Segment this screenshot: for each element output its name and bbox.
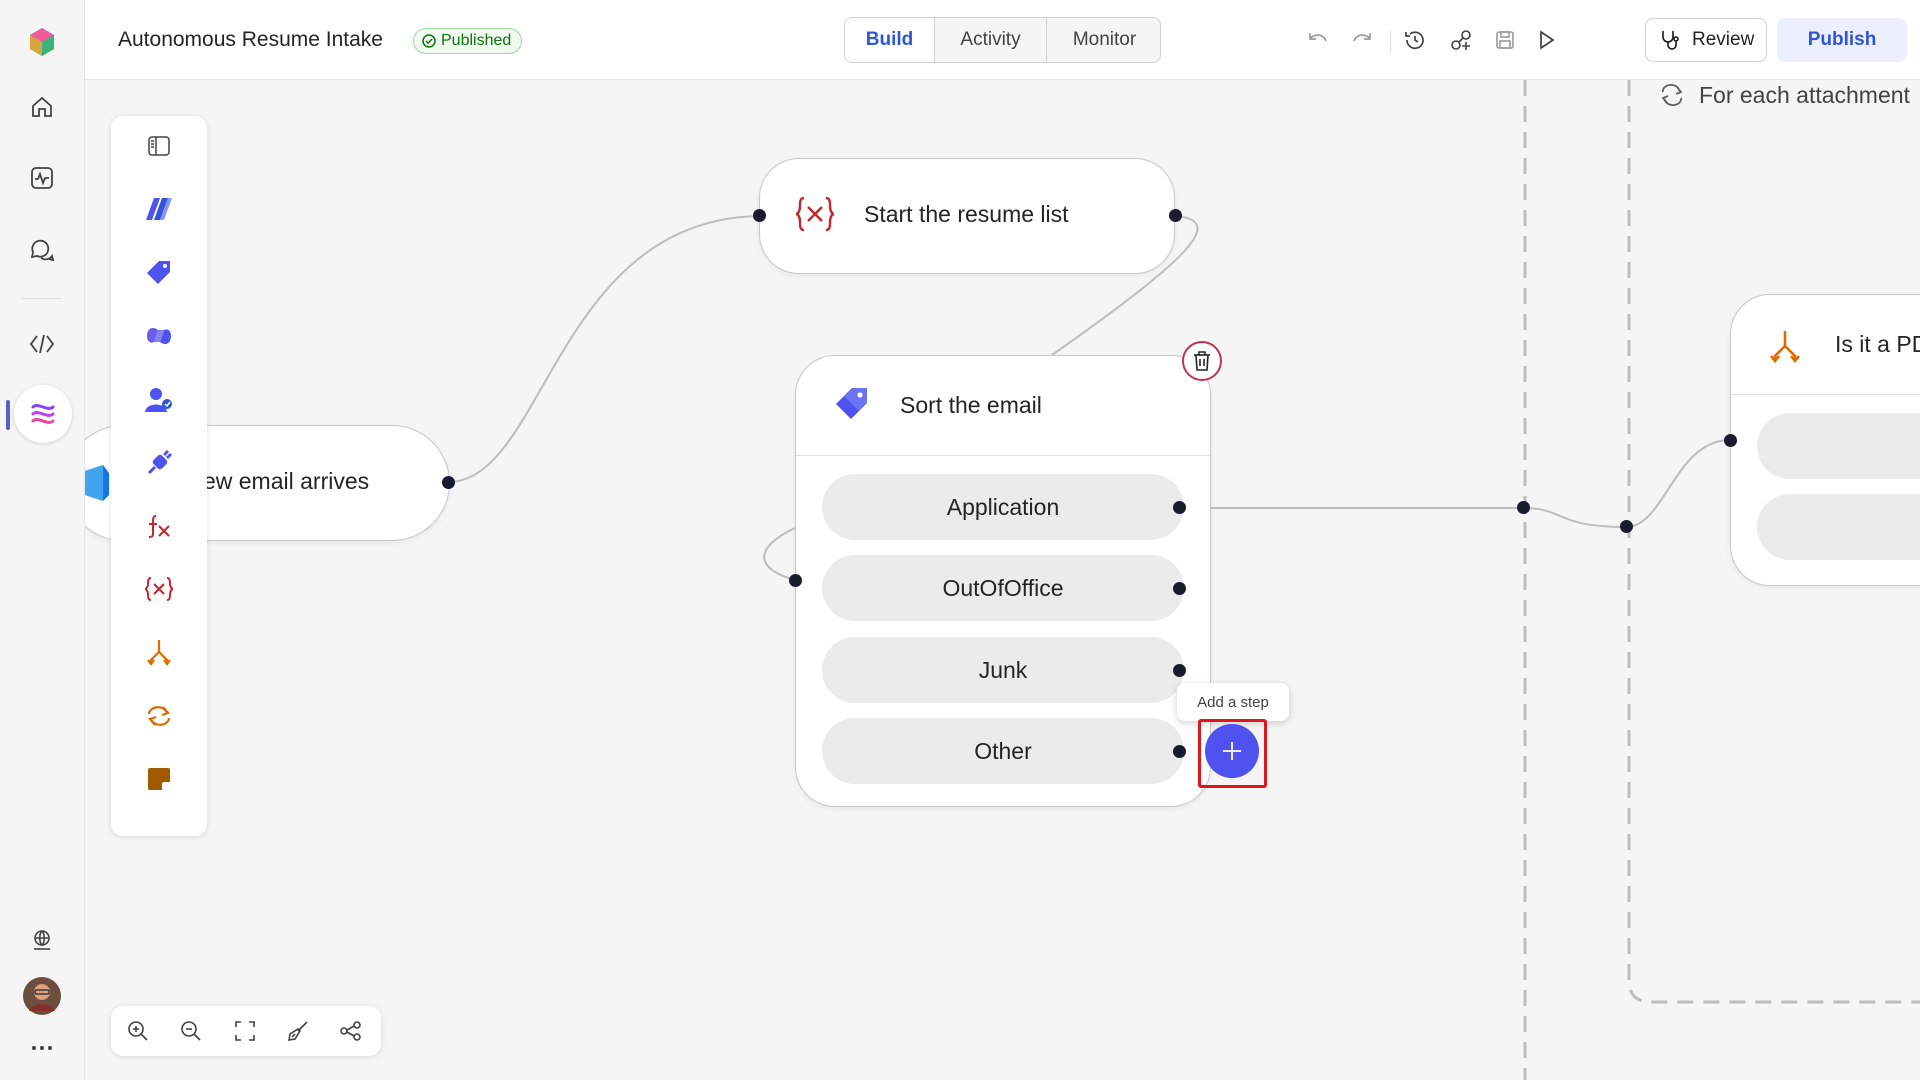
branch-junk-dot[interactable]	[1173, 664, 1186, 677]
trigger-output-dot[interactable]	[442, 476, 455, 489]
branch-junk[interactable]: Junk	[822, 637, 1184, 703]
branch-application-dot[interactable]	[1173, 501, 1186, 514]
zoom-out-icon[interactable]	[178, 1018, 204, 1044]
branch-other-dot[interactable]	[1173, 745, 1186, 758]
avatar[interactable]	[18, 972, 66, 1020]
home-icon[interactable]	[18, 83, 66, 131]
condition-input-dot[interactable]	[1724, 434, 1737, 447]
tab-monitor[interactable]: Monitor	[1047, 18, 1160, 62]
map-icon[interactable]	[338, 1018, 364, 1044]
variable-icon	[795, 196, 835, 237]
zoom-in-icon[interactable]	[125, 1018, 151, 1044]
trash-icon	[1194, 351, 1210, 371]
condition-branch-false[interactable]	[1757, 494, 1920, 560]
redo-icon[interactable]	[1348, 26, 1376, 54]
sort-email-node[interactable]: Sort the email Application OutOfOffice J…	[795, 355, 1211, 807]
branch-outofoffice[interactable]: OutOfOffice	[822, 555, 1184, 621]
sort-email-input-dot[interactable]	[789, 574, 802, 587]
variable-icon[interactable]	[139, 569, 179, 609]
toolbar-divider	[1390, 30, 1391, 52]
delete-node-button[interactable]	[1182, 341, 1222, 381]
condition-node[interactable]: Is it a PD	[1730, 294, 1920, 586]
view-tabs: Build Activity Monitor	[844, 17, 1161, 63]
loop-title: For each attachment	[1699, 81, 1910, 108]
plus-icon	[1223, 742, 1241, 760]
condition-branch-true[interactable]	[1757, 413, 1920, 479]
app-logo-icon[interactable]	[18, 18, 66, 66]
start-list-output-dot[interactable]	[1169, 209, 1182, 222]
flow-canvas[interactable]: For each attachment a new email arrives	[85, 80, 1920, 1080]
start-list-input-dot[interactable]	[753, 209, 766, 222]
ai-icon[interactable]	[139, 189, 179, 229]
tidy-icon[interactable]	[285, 1018, 311, 1044]
globe-icon[interactable]	[18, 916, 66, 964]
rail-divider	[22, 298, 62, 299]
condition-icon	[1769, 329, 1801, 368]
undo-icon[interactable]	[1304, 26, 1332, 54]
rail-active-indicator	[6, 400, 10, 430]
review-button[interactable]: Review	[1645, 18, 1767, 62]
panel-toggle-icon[interactable]	[139, 126, 179, 166]
review-icon	[1662, 31, 1679, 50]
start-list-title: Start the resume list	[864, 201, 1069, 227]
add-step-tooltip: Add a step	[1177, 683, 1289, 721]
page-title: Autonomous Resume Intake	[118, 28, 383, 51]
status-badge: Published	[413, 28, 523, 54]
header: Autonomous Resume Intake Published Build…	[85, 0, 1920, 80]
code-icon[interactable]	[18, 320, 66, 368]
fx-icon[interactable]	[139, 506, 179, 546]
test-run-icon[interactable]	[1532, 26, 1560, 54]
review-label: Review	[1692, 29, 1755, 50]
sort-email-title: Sort the email	[900, 392, 1042, 418]
publish-button[interactable]: Publish	[1777, 18, 1907, 62]
outlook-icon	[85, 465, 109, 506]
tab-activity[interactable]: Activity	[935, 18, 1047, 62]
status-badge-label: Published	[441, 32, 512, 49]
branch-other[interactable]: Other	[822, 718, 1184, 784]
human-icon[interactable]	[139, 380, 179, 420]
junction-dot	[1620, 520, 1633, 533]
history-icon[interactable]	[1401, 26, 1429, 54]
flow-icon[interactable]	[14, 385, 72, 443]
condition-title: Is it a PD	[1835, 331, 1920, 357]
more-icon[interactable]	[18, 1024, 66, 1072]
tab-build[interactable]: Build	[845, 18, 935, 62]
tag-icon[interactable]	[139, 253, 179, 293]
activity-icon[interactable]	[18, 154, 66, 202]
step-palette	[111, 116, 207, 836]
add-step-button[interactable]	[1205, 724, 1259, 778]
fit-view-icon[interactable]	[232, 1018, 258, 1044]
chat-icon[interactable]	[18, 226, 66, 274]
zoom-toolbar	[111, 1006, 381, 1056]
loop-icon	[1661, 84, 1683, 106]
loop-icon[interactable]	[139, 696, 179, 736]
loop-container-header[interactable]: For each attachment	[1657, 80, 1910, 110]
copilot-icon[interactable]	[139, 316, 179, 356]
branch-application[interactable]: Application	[822, 474, 1184, 540]
check-circle-icon	[422, 34, 436, 48]
save-icon[interactable]	[1491, 26, 1519, 54]
note-icon[interactable]	[139, 759, 179, 799]
tag-icon	[834, 386, 870, 427]
junction-dot	[1517, 501, 1530, 514]
condition-icon[interactable]	[139, 632, 179, 672]
left-rail	[0, 0, 85, 1080]
connector-icon[interactable]	[139, 443, 179, 483]
connections-icon[interactable]	[1447, 26, 1475, 54]
branch-outofoffice-dot[interactable]	[1173, 582, 1186, 595]
